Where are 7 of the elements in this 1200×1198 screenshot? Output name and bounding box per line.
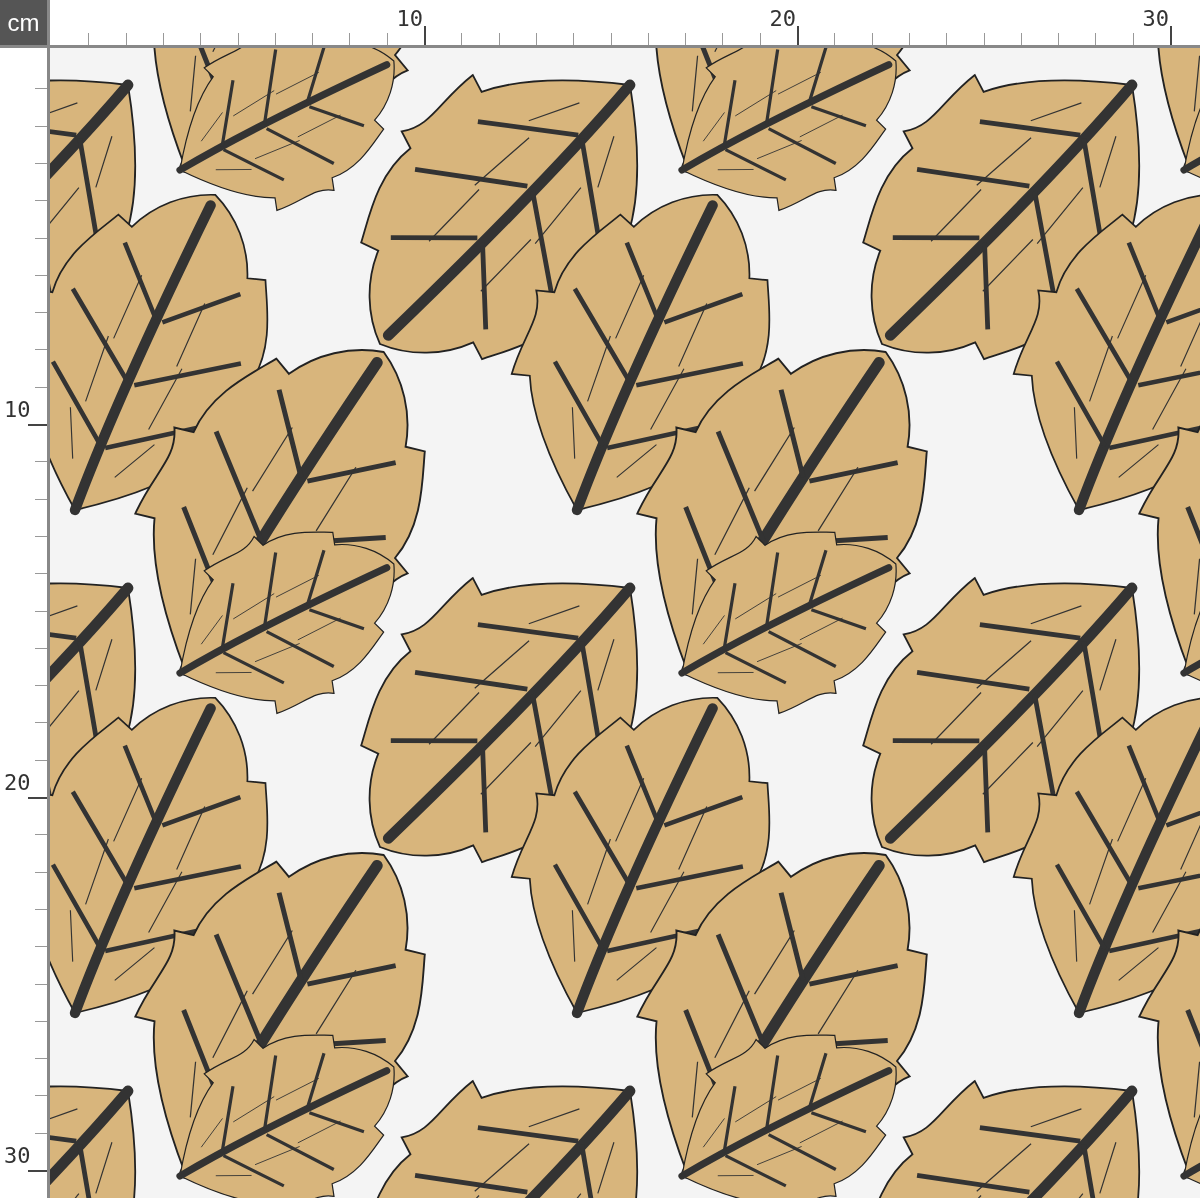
unit-badge: cm <box>0 0 50 48</box>
ruler-label: 30 <box>1142 8 1169 30</box>
ruler-label: 30 <box>4 1145 31 1167</box>
ruler-label: 20 <box>769 8 796 30</box>
ruler-label: 20 <box>4 772 31 794</box>
ruler-label: 10 <box>396 8 423 30</box>
ruler-label: 10 <box>4 399 31 421</box>
